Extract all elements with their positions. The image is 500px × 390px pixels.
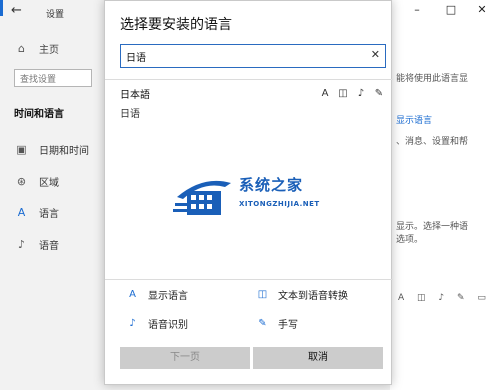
language-capability-icons: A ◫ ♪ ✎ ▭ [398, 293, 491, 303]
feature-speech-recognition: ♪ 语音识别 [127, 316, 188, 331]
microphone-icon: ♪ [17, 238, 26, 251]
language-search-box[interactable]: ✕ [120, 44, 386, 68]
sidebar-item-home[interactable]: ⌂ 主页 [16, 41, 59, 56]
feature-label: 语音识别 [148, 320, 188, 331]
language-capabilities: A ◫ ♪ ✎ [319, 88, 385, 99]
divider [105, 279, 393, 280]
content-text: 、消息、设置和帮 [396, 137, 469, 147]
feature-label: 文本到语音转换 [278, 291, 348, 302]
content-text: 选项。 [396, 235, 424, 245]
sidebar-item-language[interactable]: A 语言 [16, 205, 59, 220]
sidebar-item-label: 日期和时间 [39, 146, 89, 157]
maximize-icon[interactable]: □ [443, 3, 459, 16]
sidebar-item-label: 主页 [39, 45, 59, 56]
handwriting-icon: ✎ [374, 88, 384, 99]
feature-label: 手写 [278, 320, 298, 331]
dialog-title: 选择要安装的语言 [120, 17, 232, 33]
watermark-title: 系统之家 [239, 176, 304, 194]
speech-recognition-icon: ♪ [357, 88, 365, 99]
language-native-name: 日本語 [120, 90, 150, 101]
language-local-name: 日语 [120, 109, 140, 120]
language-icon: A [17, 206, 26, 219]
feature-handwriting: ✎ 手写 [257, 316, 298, 331]
home-icon: ⌂ [18, 42, 25, 55]
minimize-icon[interactable]: – [409, 3, 425, 16]
display-language-icon: A [129, 289, 136, 300]
globe-icon: ⊛ [16, 175, 27, 188]
sidebar-item-label: 语言 [39, 209, 59, 220]
content-text: 显示。选择一种语 [396, 222, 469, 232]
handwriting-icon: ✎ [258, 318, 267, 329]
search-placeholder: 查找设置 [20, 75, 57, 85]
close-icon[interactable]: ✕ [474, 3, 490, 16]
install-language-dialog: 选择要安装的语言 ✕ 日本語 日语 A ◫ ♪ ✎ 系统之家 XITONGZH [104, 0, 393, 385]
text-to-speech-icon: ◫ [257, 289, 268, 300]
sidebar-item-region[interactable]: ⊛ 区域 [16, 174, 59, 189]
section-title: 时间和语言 [14, 109, 64, 120]
language-list-item[interactable]: 日本語 日语 A ◫ ♪ ✎ [105, 81, 393, 120]
feature-text-to-speech: ◫ 文本到语音转换 [257, 287, 348, 302]
calendar-clock-icon: ▣ [16, 143, 27, 156]
text-to-speech-icon: ◫ [338, 88, 348, 99]
language-search-input[interactable] [126, 46, 356, 66]
watermark-logo-icon [173, 180, 231, 215]
cancel-button[interactable]: 取消 [253, 347, 383, 369]
settings-content-pane [390, 0, 500, 390]
next-button[interactable]: 下一页 [120, 347, 250, 369]
sidebar-item-speech[interactable]: ♪ 语音 [16, 237, 59, 252]
watermark: 系统之家 XITONGZHIJIA.NET [173, 169, 348, 224]
settings-title: 设置 [46, 10, 65, 20]
speech-recognition-icon: ♪ [129, 318, 136, 329]
feature-label: 显示语言 [148, 291, 188, 302]
display-language-icon: A [321, 88, 329, 99]
sidebar-item-label: 语音 [39, 241, 59, 252]
content-text: 能将使用此语言显 [396, 74, 469, 84]
window-edge-accent [0, 0, 3, 16]
back-arrow-icon[interactable]: ← [11, 2, 29, 20]
sidebar-item-label: 区域 [39, 178, 59, 189]
sidebar-item-date-time[interactable]: ▣ 日期和时间 [16, 142, 89, 157]
divider [105, 79, 393, 80]
watermark-url: XITONGZHIJIA.NET [239, 200, 320, 208]
settings-search-input[interactable]: 查找设置 [14, 69, 92, 87]
feature-display-language: A 显示语言 [127, 287, 188, 302]
display-language-link[interactable]: 显示语言 [396, 113, 432, 126]
clear-icon[interactable]: ✕ [371, 48, 380, 61]
